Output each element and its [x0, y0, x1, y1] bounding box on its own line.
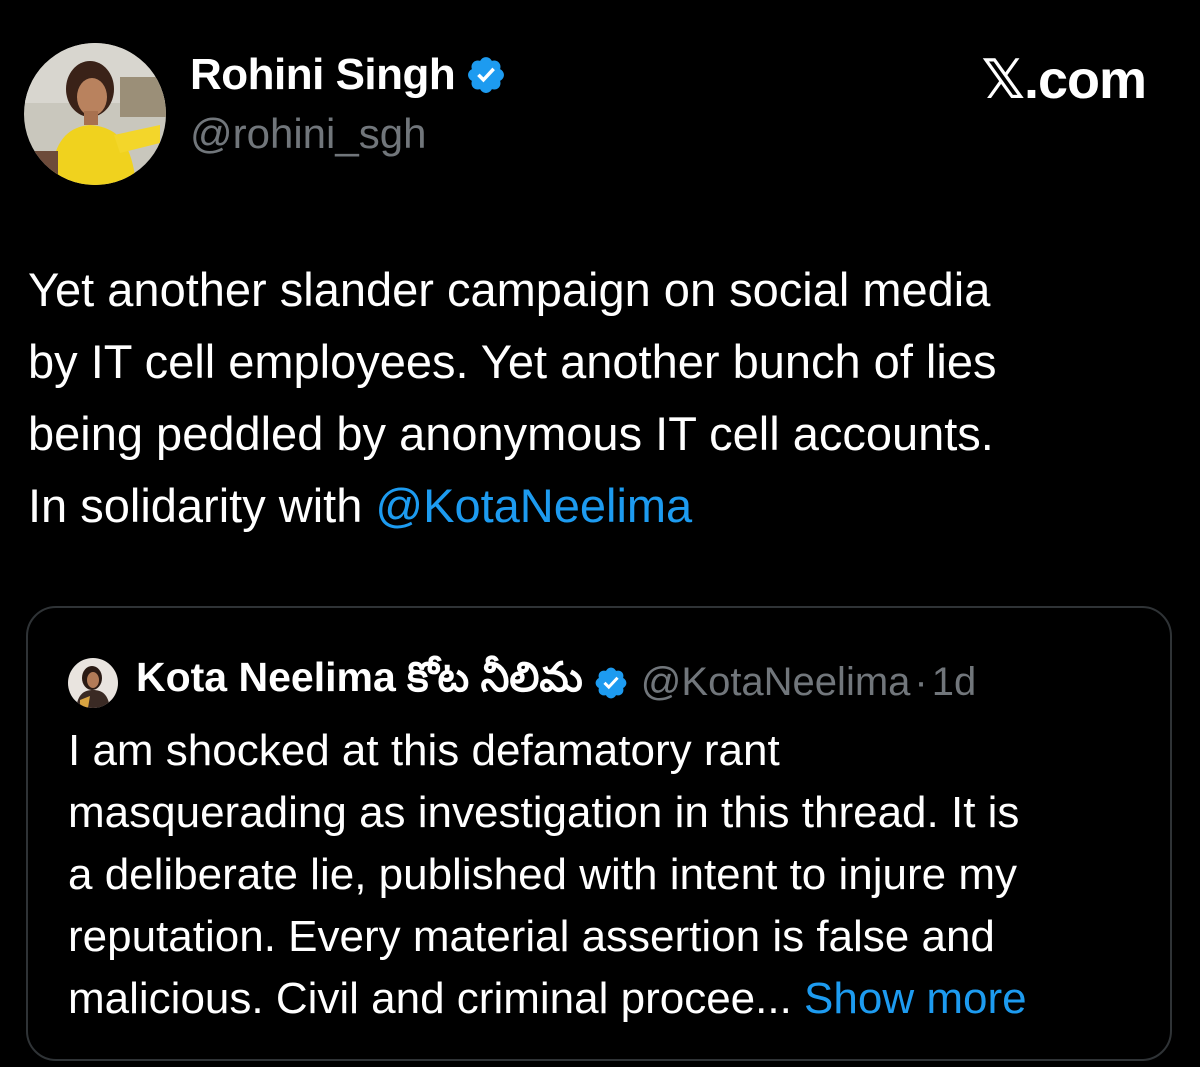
tweet-line: In solidarity with @KotaNeelima	[28, 470, 1178, 542]
author-name[interactable]: Rohini Singh	[190, 50, 456, 100]
tweet-line: by IT cell employees. Yet another bunch …	[28, 335, 997, 388]
author-name-row: Rohini Singh	[190, 50, 507, 100]
quote-line: a deliberate lie, published with intent …	[68, 850, 1017, 899]
separator-dot: ·	[914, 660, 928, 704]
quoted-tweet-text: I am shocked at this defamatory rant mas…	[68, 720, 1148, 1030]
x-com-watermark: 𝕏.com	[981, 50, 1147, 110]
tweet-line: Yet another slander campaign on social m…	[28, 263, 991, 316]
author-avatar[interactable]	[24, 43, 166, 185]
author-handle[interactable]: @rohini_sgh	[190, 110, 426, 158]
quoted-author-avatar[interactable]	[68, 657, 118, 708]
quote-line-text: malicious. Civil and criminal procee...	[68, 974, 792, 1023]
show-more-link[interactable]: Show more	[792, 974, 1027, 1023]
quoted-tweet-card[interactable]: Kota Neelima కోట నీలిమ @KotaNeelima · 1d…	[26, 606, 1172, 1061]
tweet-text: Yet another slander campaign on social m…	[28, 254, 1178, 542]
quoted-tweet-timestamp[interactable]: 1d	[932, 660, 977, 705]
quoted-author-handle[interactable]: @KotaNeelima	[641, 660, 911, 705]
verified-badge-icon	[593, 665, 629, 701]
tweet-line: being peddled by anonymous IT cell accou…	[28, 407, 994, 460]
quote-line: I am shocked at this defamatory rant	[68, 726, 780, 775]
quote-line: masquerading as investigation in this th…	[68, 788, 1020, 837]
verified-badge-icon	[465, 54, 507, 96]
quote-line: reputation. Every material assertion is …	[68, 912, 995, 961]
quote-line: malicious. Civil and criminal procee... …	[68, 968, 1148, 1030]
mention-link[interactable]: @KotaNeelima	[375, 479, 692, 532]
quoted-tweet-header: Kota Neelima కోట నీలిమ @KotaNeelima · 1d	[68, 654, 976, 711]
tweet-line-text: In solidarity with	[28, 479, 376, 532]
quoted-author-name[interactable]: Kota Neelima కోట నీలిమ	[136, 654, 583, 711]
